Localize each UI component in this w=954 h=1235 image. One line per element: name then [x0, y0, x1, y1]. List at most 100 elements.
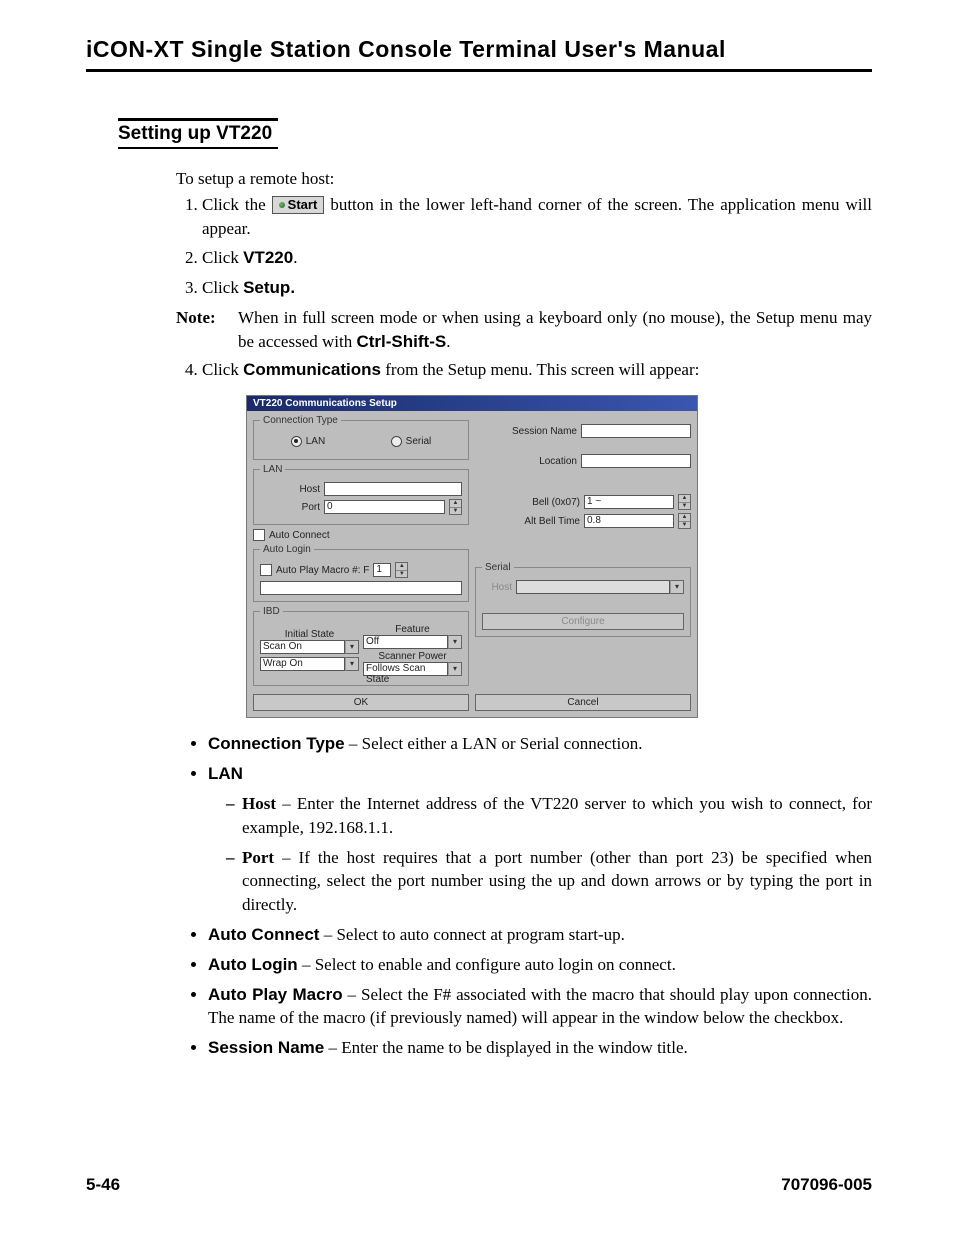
- desc-auto-play: Auto Play Macro – Select the F# associat…: [208, 983, 872, 1031]
- step-3-bold: Setup.: [243, 278, 295, 297]
- desc-connection-type-term: Connection Type: [208, 734, 345, 753]
- auto-play-spinner[interactable]: ▲▼: [395, 562, 408, 578]
- chevron-down-icon[interactable]: ▼: [679, 522, 690, 529]
- description-list: Connection Type – Select either a LAN or…: [186, 732, 872, 1060]
- lan-legend: LAN: [260, 464, 285, 475]
- scanner-power-combo[interactable]: Follows Scan State▾: [363, 662, 462, 676]
- desc-auto-connect: Auto Connect – Select to auto connect at…: [208, 923, 872, 947]
- step-2-text-a: Click: [202, 248, 243, 267]
- auto-play-macro-input[interactable]: 1: [373, 563, 391, 577]
- step-4-bold: Communications: [243, 360, 381, 379]
- feature-combo[interactable]: Off▾: [363, 635, 462, 649]
- initial-state-value[interactable]: Scan On: [260, 640, 345, 654]
- radio-lan[interactable]: [291, 436, 302, 447]
- step-3-text-a: Click: [202, 278, 243, 297]
- radio-serial-label: Serial: [406, 436, 432, 447]
- note-label: Note:: [176, 306, 238, 354]
- page-footer: 5-46 707096-005: [86, 1175, 872, 1195]
- chevron-up-icon[interactable]: ▲: [450, 500, 461, 508]
- scanner-power-value[interactable]: Follows Scan State: [363, 662, 448, 676]
- lan-group: LAN Host Port 0 ▲▼: [253, 464, 469, 525]
- serial-host-input: [516, 580, 670, 594]
- dialog-right-column: Session Name Location Bell (0x07) 1 ~: [475, 415, 691, 690]
- vt220-comm-setup-dialog: VT220 Communications Setup Connection Ty…: [246, 395, 698, 718]
- location-input[interactable]: [581, 454, 691, 468]
- feature-label: Feature: [363, 624, 462, 635]
- initial-state-combo[interactable]: Scan On▾: [260, 640, 359, 654]
- chevron-down-icon[interactable]: ▾: [345, 657, 359, 671]
- wrap-value[interactable]: Wrap On: [260, 657, 345, 671]
- step-3: Click Setup.: [202, 276, 872, 300]
- intro-text: To setup a remote host:: [176, 167, 872, 191]
- port-spinner[interactable]: ▲▼: [449, 499, 462, 515]
- macro-name-input[interactable]: [260, 581, 462, 595]
- desc-lan-host-body: – Enter the Internet address of the VT22…: [242, 794, 872, 837]
- chevron-down-icon[interactable]: ▼: [450, 508, 461, 515]
- scanner-power-label: Scanner Power: [363, 651, 462, 662]
- desc-lan-port: Port – If the host requires that a port …: [226, 846, 872, 917]
- chevron-up-icon[interactable]: ▲: [679, 514, 690, 522]
- auto-login-legend: Auto Login: [260, 544, 314, 555]
- ok-button[interactable]: OK: [253, 694, 469, 711]
- document-number: 707096-005: [781, 1175, 872, 1195]
- radio-lan-label: LAN: [306, 436, 325, 447]
- start-label: Start: [288, 197, 318, 212]
- ibd-group: IBD Initial State Scan On▾ Wrap On▾: [253, 606, 469, 686]
- alt-bell-label: Alt Bell Time: [475, 516, 580, 527]
- step-1-text-a: Click the: [202, 195, 266, 214]
- radio-serial-row[interactable]: Serial: [391, 436, 432, 447]
- session-name-input[interactable]: [581, 424, 691, 438]
- auto-login-group: Auto Login Auto Play Macro #: F 1 ▲▼: [253, 544, 469, 602]
- step-2-bold: VT220: [243, 248, 293, 267]
- start-icon: [279, 202, 285, 208]
- step-2-text-c: .: [293, 248, 297, 267]
- chevron-down-icon[interactable]: ▼: [679, 503, 690, 510]
- radio-lan-row[interactable]: LAN: [291, 436, 325, 447]
- desc-auto-play-term: Auto Play Macro: [208, 985, 343, 1004]
- initial-state-label: Initial State: [260, 629, 359, 640]
- alt-bell-spinner[interactable]: ▲▼: [678, 513, 691, 529]
- desc-auto-login-body: – Select to enable and configure auto lo…: [298, 955, 676, 974]
- desc-lan-port-body: – If the host requires that a port numbe…: [242, 848, 872, 915]
- feature-value[interactable]: Off: [363, 635, 448, 649]
- auto-connect-row[interactable]: Auto Connect: [253, 529, 469, 541]
- dialog-button-row: OK Cancel: [253, 694, 691, 711]
- cancel-button[interactable]: Cancel: [475, 694, 691, 711]
- desc-lan-host: Host – Enter the Internet address of the…: [226, 792, 872, 840]
- auto-connect-checkbox[interactable]: [253, 529, 265, 541]
- wrap-combo[interactable]: Wrap On▾: [260, 657, 359, 671]
- auto-play-macro-row[interactable]: Auto Play Macro #: F 1 ▲▼: [260, 562, 462, 578]
- auto-play-macro-checkbox[interactable]: [260, 564, 272, 576]
- chevron-down-icon[interactable]: ▼: [396, 571, 407, 578]
- header-rule: [86, 69, 872, 72]
- serial-group: Serial Host ▾ Configure: [475, 562, 691, 637]
- desc-session-name-body: – Enter the name to be displayed in the …: [324, 1038, 688, 1057]
- chevron-down-icon[interactable]: ▾: [448, 635, 462, 649]
- page-number: 5-46: [86, 1175, 120, 1195]
- desc-auto-connect-term: Auto Connect: [208, 925, 319, 944]
- chevron-down-icon[interactable]: ▾: [448, 662, 462, 676]
- bell-spinner[interactable]: ▲▼: [678, 494, 691, 510]
- note-row: Note: When in full screen mode or when u…: [176, 306, 872, 354]
- section-title: Setting up VT220: [118, 121, 872, 147]
- note-body-a: When in full screen mode or when using a…: [238, 308, 872, 351]
- desc-auto-connect-body: – Select to auto connect at program star…: [319, 925, 624, 944]
- connection-type-group: Connection Type LAN Serial: [253, 415, 469, 460]
- radio-serial[interactable]: [391, 436, 402, 447]
- host-input[interactable]: [324, 482, 462, 496]
- dialog-titlebar: VT220 Communications Setup: [247, 396, 697, 411]
- step-1: Click the Start button in the lower left…: [202, 193, 872, 241]
- auto-play-macro-label: Auto Play Macro #: F: [276, 565, 369, 576]
- note-shortcut: Ctrl-Shift-S: [356, 332, 446, 351]
- chevron-down-icon: ▾: [670, 580, 684, 594]
- chevron-up-icon[interactable]: ▲: [679, 495, 690, 503]
- note-body: When in full screen mode or when using a…: [238, 306, 872, 354]
- port-input[interactable]: 0: [324, 500, 445, 514]
- steps-list-2: Click Communications from the Setup menu…: [176, 358, 872, 382]
- chevron-down-icon[interactable]: ▾: [345, 640, 359, 654]
- alt-bell-input[interactable]: 0.8: [584, 514, 674, 528]
- section-rule-bot: [118, 147, 278, 149]
- chevron-up-icon[interactable]: ▲: [396, 563, 407, 571]
- desc-session-name-term: Session Name: [208, 1038, 324, 1057]
- bell-input[interactable]: 1 ~: [584, 495, 674, 509]
